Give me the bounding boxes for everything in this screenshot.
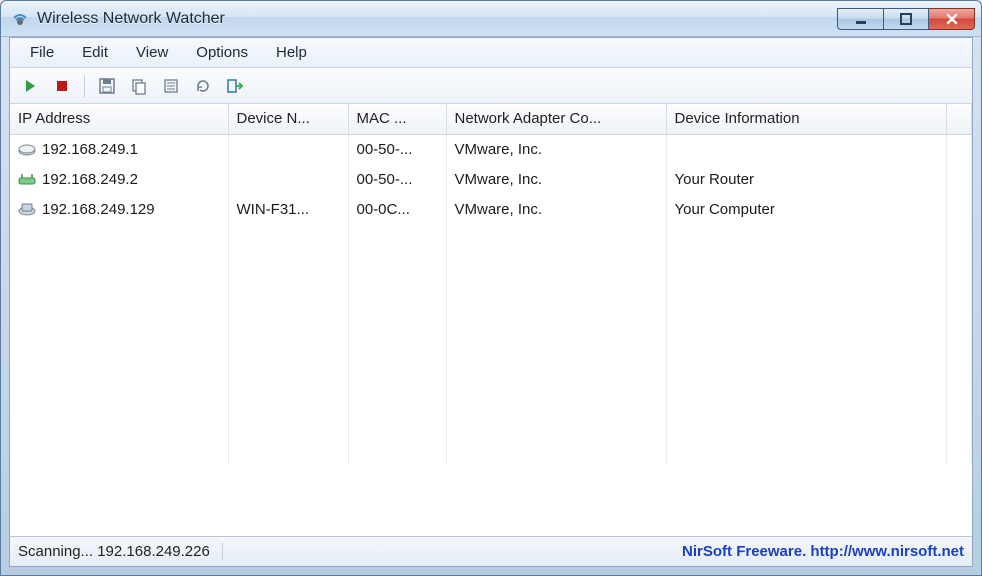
column-network-adapter[interactable]: Network Adapter Co... xyxy=(446,104,666,134)
column-spacer xyxy=(946,104,972,134)
properties-icon xyxy=(162,77,180,95)
device-generic-icon xyxy=(18,142,36,156)
statusbar: Scanning... 192.168.249.226 NirSoft Free… xyxy=(10,536,972,566)
cell-mac: 00-0C... xyxy=(348,194,446,224)
copy-icon xyxy=(130,77,148,95)
stop-button[interactable] xyxy=(48,72,76,100)
cell-mac: 00-50-... xyxy=(348,164,446,194)
cell-info: Your Router xyxy=(666,164,946,194)
play-icon xyxy=(22,78,38,94)
table-row-empty xyxy=(10,434,972,464)
stop-icon xyxy=(54,78,70,94)
status-scanning: Scanning... 192.168.249.226 xyxy=(18,543,223,560)
menu-file[interactable]: File xyxy=(16,40,68,65)
properties-button[interactable] xyxy=(157,72,185,100)
client-area: File Edit View Options Help xyxy=(9,37,973,567)
cell-device-name: WIN-F31... xyxy=(228,194,348,224)
column-mac-address[interactable]: MAC ... xyxy=(348,104,446,134)
save-icon xyxy=(98,77,116,95)
table-row[interactable]: 192.168.249.2 00-50-... VMware, Inc. You… xyxy=(10,164,972,194)
save-button[interactable] xyxy=(93,72,121,100)
cell-adapter: VMware, Inc. xyxy=(446,194,666,224)
table-row[interactable]: 192.168.249.1 00-50-... VMware, Inc. xyxy=(10,134,972,164)
exit-button[interactable] xyxy=(221,72,249,100)
cell-adapter: VMware, Inc. xyxy=(446,134,666,164)
table-row-empty xyxy=(10,254,972,284)
cell-info xyxy=(666,134,946,164)
menu-options[interactable]: Options xyxy=(182,40,262,65)
table-row-empty xyxy=(10,374,972,404)
refresh-button[interactable] xyxy=(189,72,217,100)
cell-ip: 192.168.249.129 xyxy=(42,201,155,218)
window-controls xyxy=(837,8,975,30)
column-ip-address[interactable]: IP Address xyxy=(10,104,228,134)
exit-icon xyxy=(226,77,244,95)
cell-adapter: VMware, Inc. xyxy=(446,164,666,194)
refresh-icon xyxy=(194,77,212,95)
menu-help[interactable]: Help xyxy=(262,40,321,65)
menu-edit[interactable]: Edit xyxy=(68,40,122,65)
copy-button[interactable] xyxy=(125,72,153,100)
cell-info: Your Computer xyxy=(666,194,946,224)
column-device-name[interactable]: Device N... xyxy=(228,104,348,134)
cell-ip: 192.168.249.2 xyxy=(42,171,138,188)
status-credit-link[interactable]: NirSoft Freeware. http://www.nirsoft.net xyxy=(670,543,964,560)
menubar: File Edit View Options Help xyxy=(10,38,972,68)
menu-view[interactable]: View xyxy=(122,40,182,65)
table-row-empty xyxy=(10,344,972,374)
table-row[interactable]: 192.168.249.129 WIN-F31... 00-0C... VMwa… xyxy=(10,194,972,224)
cell-device-name xyxy=(228,134,348,164)
table-row-empty xyxy=(10,314,972,344)
maximize-button[interactable] xyxy=(883,8,929,30)
app-icon xyxy=(11,10,29,28)
toolbar xyxy=(10,68,972,104)
cell-ip: 192.168.249.1 xyxy=(42,141,138,158)
titlebar[interactable]: Wireless Network Watcher xyxy=(1,1,981,37)
window-title: Wireless Network Watcher xyxy=(37,10,837,28)
device-listview[interactable]: IP Address Device N... MAC ... Network A… xyxy=(10,104,972,536)
device-computer-icon xyxy=(18,202,36,216)
table-row-empty xyxy=(10,224,972,254)
device-router-icon xyxy=(18,172,36,186)
play-button[interactable] xyxy=(16,72,44,100)
column-device-info[interactable]: Device Information xyxy=(666,104,946,134)
cell-device-name xyxy=(228,164,348,194)
app-window: Wireless Network Watcher File Edit View … xyxy=(0,0,982,576)
close-button[interactable] xyxy=(929,8,975,30)
minimize-button[interactable] xyxy=(837,8,883,30)
column-header-row: IP Address Device N... MAC ... Network A… xyxy=(10,104,972,134)
toolbar-separator xyxy=(84,75,85,97)
cell-mac: 00-50-... xyxy=(348,134,446,164)
table-row-empty xyxy=(10,284,972,314)
table-row-empty xyxy=(10,404,972,434)
